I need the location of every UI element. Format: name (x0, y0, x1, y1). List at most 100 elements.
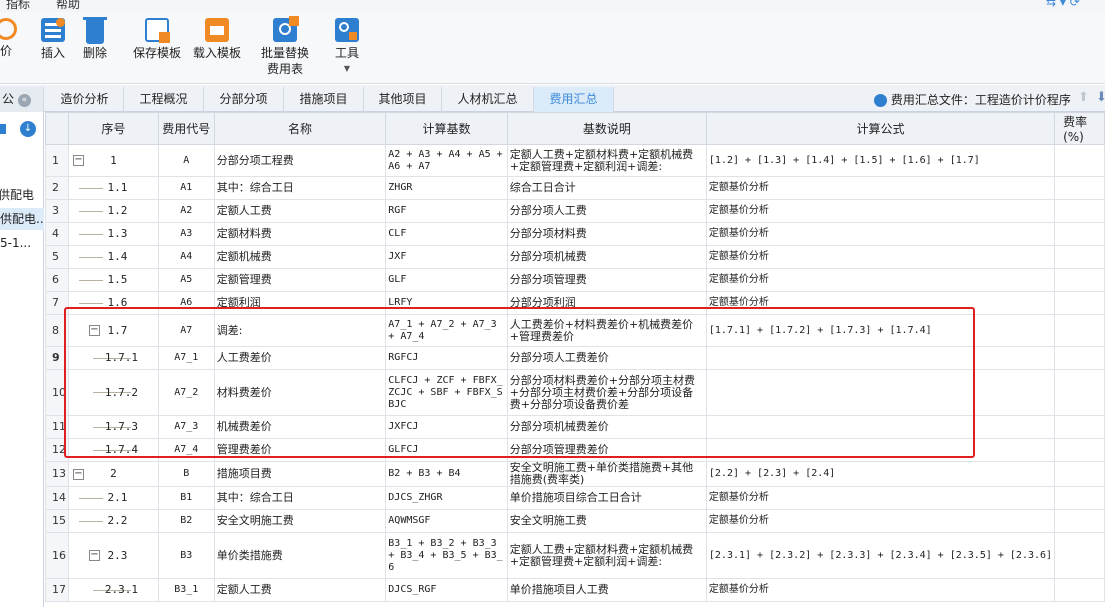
table-row[interactable]: 6 1.5 A5 定额管理费 GLF 分部分项管理费 定额基价分析 (45, 268, 1105, 292)
fee-code-cell[interactable]: B (157, 461, 215, 487)
base-desc-cell[interactable]: 综合工日合计 (506, 176, 707, 200)
fee-code-cell[interactable]: B1 (157, 486, 215, 510)
fee-name-cell[interactable]: 定额人工费 (213, 578, 387, 602)
fee-name-cell[interactable]: 定额机械费 (213, 245, 387, 269)
base-desc-cell[interactable]: 分部分项材料费差价+分部分项主材费+分部分项主材费价差+分部分项设备费+分部分项… (506, 369, 707, 416)
calc-base-cell[interactable]: CLFCJ + ZCF + FBFX_ZCJC + SBF + FBFX_SBJ… (385, 369, 508, 416)
seq-cell[interactable]: 1.7.4 (68, 438, 159, 462)
download-icon[interactable]: ↓ (20, 121, 36, 137)
fee-name-cell[interactable]: 机械费差价 (213, 415, 387, 439)
seq-cell[interactable]: 2.2 (68, 509, 159, 533)
rate-cell[interactable] (1054, 415, 1105, 439)
menu-item-help[interactable]: 帮助 (56, 0, 80, 12)
fee-name-cell[interactable]: 单价类措施费 (213, 532, 387, 579)
fee-code-cell[interactable]: A2 (157, 199, 215, 223)
fee-code-cell[interactable]: A7_4 (157, 438, 215, 462)
tree-item-2[interactable]: 供配电... (0, 208, 44, 230)
calc-base-cell[interactable]: DJCS_RGF (385, 578, 508, 602)
rate-cell[interactable] (1054, 268, 1105, 292)
base-desc-cell[interactable]: 分部分项利润 (506, 291, 707, 315)
base-desc-cell[interactable]: 分部分项机械费差价 (506, 415, 707, 439)
seq-cell[interactable]: 1.6 (68, 291, 159, 315)
seq-cell[interactable]: −2 (68, 461, 159, 487)
formula-cell[interactable]: [1.2] + [1.3] + [1.4] + [1.5] + [1.6] + … (705, 144, 1056, 177)
rate-cell[interactable] (1054, 346, 1105, 370)
table-row[interactable]: 7 1.6 A6 定额利润 LRFY 分部分项利润 定额基价分析 (45, 291, 1105, 315)
base-desc-cell[interactable]: 单价措施项目人工费 (506, 578, 707, 602)
base-desc-cell[interactable]: 分部分项机械费 (506, 245, 707, 269)
rate-cell[interactable] (1054, 314, 1105, 347)
rate-cell[interactable] (1054, 222, 1105, 246)
seq-cell[interactable]: 2.3.1 (68, 578, 159, 602)
header-rate[interactable]: 费率(%) (1054, 112, 1105, 145)
menu-item-indicators[interactable]: 指标 (6, 0, 30, 12)
seq-cell[interactable]: 1.5 (68, 268, 159, 292)
table-row[interactable]: 1−1 A 分部分项工程费 A2 + A3 + A4 + A5 + A6 + A7 定额… (45, 144, 1105, 177)
fee-code-cell[interactable]: A7_2 (157, 369, 215, 416)
table-row[interactable]: 17 2.3.1 B3_1 定额人工费 DJCS_RGF 单价措施项目人工费 定额基价分析 (45, 578, 1105, 602)
insert-button[interactable]: 插入 (38, 18, 68, 61)
rate-cell[interactable] (1054, 461, 1105, 487)
rate-cell[interactable] (1054, 144, 1105, 177)
fee-name-cell[interactable]: 其中：综合工日 (213, 486, 387, 510)
formula-cell[interactable]: [2.2] + [2.3] + [2.4] (705, 461, 1056, 487)
formula-cell[interactable]: 定额基价分析 (705, 245, 1056, 269)
seq-cell[interactable]: 1.1 (68, 176, 159, 200)
fee-code-cell[interactable]: A6 (157, 291, 215, 315)
fee-name-cell[interactable]: 材料费差价 (213, 369, 387, 416)
calc-base-cell[interactable]: A2 + A3 + A4 + A5 + A6 + A7 (385, 144, 508, 177)
fee-code-cell[interactable]: A1 (157, 176, 215, 200)
base-desc-cell[interactable]: 人工费差价+材料费差价+机械费差价+管理费差价 (506, 314, 707, 347)
tree-item-3[interactable]: 5-1... (0, 236, 31, 250)
fee-name-cell[interactable]: 定额人工费 (213, 199, 387, 223)
fee-code-cell[interactable]: A7 (157, 314, 215, 347)
rate-cell[interactable] (1054, 369, 1105, 416)
formula-cell[interactable]: 定额基价分析 (705, 268, 1056, 292)
move-up-icon[interactable]: ⬆ (1078, 90, 1089, 105)
delete-button[interactable]: 删除 (80, 17, 110, 63)
rate-cell[interactable] (1054, 532, 1105, 579)
tab-measures[interactable]: 措施项目 (284, 87, 364, 112)
formula-cell[interactable] (705, 415, 1056, 439)
fee-name-cell[interactable]: 调差: (213, 314, 387, 347)
seq-cell[interactable]: −2.3 (68, 532, 159, 579)
base-desc-cell[interactable]: 定额人工费+定额材料费+定额机械费+定额管理费+定额利润+调差: (506, 144, 707, 177)
fee-name-cell[interactable]: 定额材料费 (213, 222, 387, 246)
seq-cell[interactable]: −1 (68, 144, 159, 177)
calc-base-cell[interactable]: B2 + B3 + B4 (385, 461, 508, 487)
table-row[interactable]: 11 1.7.3 A7_3 机械费差价 JXFCJ 分部分项机械费差价 (45, 415, 1105, 439)
calc-base-cell[interactable]: A7_1 + A7_2 + A7_3 + A7_4 (385, 314, 508, 347)
formula-cell[interactable]: [1.7.1] + [1.7.2] + [1.7.3] + [1.7.4] (705, 314, 1056, 347)
fee-name-cell[interactable]: 措施项目费 (213, 461, 387, 487)
tab-fee-summary[interactable]: 费用汇总 (534, 87, 614, 112)
base-desc-cell[interactable]: 安全文明施工费+单价类措施费+其他措施费(费率类) (506, 461, 707, 487)
fee-name-cell[interactable]: 分部分项工程费 (213, 144, 387, 177)
calc-base-cell[interactable]: GLFCJ (385, 438, 508, 462)
table-row[interactable]: 13−2 B 措施项目费 B2 + B3 + B4 安全文明施工费+单价类措施费+其他措… (45, 461, 1105, 487)
base-desc-cell[interactable]: 分部分项管理费 (506, 268, 707, 292)
base-desc-cell[interactable]: 分部分项材料费 (506, 222, 707, 246)
fee-name-cell[interactable]: 安全文明施工费 (213, 509, 387, 533)
fee-code-cell[interactable]: A5 (157, 268, 215, 292)
calc-base-cell[interactable]: CLF (385, 222, 508, 246)
tools-dropdown-icon[interactable]: ▼ (332, 61, 362, 77)
header-code[interactable]: 费用代号 (157, 112, 215, 145)
header-name[interactable]: 名称 (213, 112, 387, 145)
calc-base-cell[interactable]: JXFCJ (385, 415, 508, 439)
table-row[interactable]: 4 1.3 A3 定额材料费 CLF 分部分项材料费 定额基价分析 (45, 222, 1105, 246)
seq-cell[interactable]: 1.4 (68, 245, 159, 269)
save-template-button[interactable]: 保存模板 (130, 18, 184, 61)
formula-cell[interactable]: 定额基价分析 (705, 199, 1056, 223)
rate-cell[interactable] (1054, 291, 1105, 315)
formula-cell[interactable] (705, 438, 1056, 462)
seq-cell[interactable]: 1.7.2 (68, 369, 159, 416)
formula-cell[interactable]: 定额基价分析 (705, 222, 1056, 246)
fee-file-label[interactable]: 费用汇总文件：工程造价计价程序 (874, 91, 1071, 108)
rate-cell[interactable] (1054, 199, 1105, 223)
formula-cell[interactable]: [2.3.1] + [2.3.2] + [2.3.3] + [2.3.4] + … (705, 532, 1056, 579)
seq-cell[interactable]: −1.7 (68, 314, 159, 347)
calc-base-cell[interactable]: GLF (385, 268, 508, 292)
base-desc-cell[interactable]: 安全文明施工费 (506, 509, 707, 533)
fee-name-cell[interactable]: 人工费差价 (213, 346, 387, 370)
move-down-icon[interactable]: ⬇ (1096, 90, 1105, 105)
